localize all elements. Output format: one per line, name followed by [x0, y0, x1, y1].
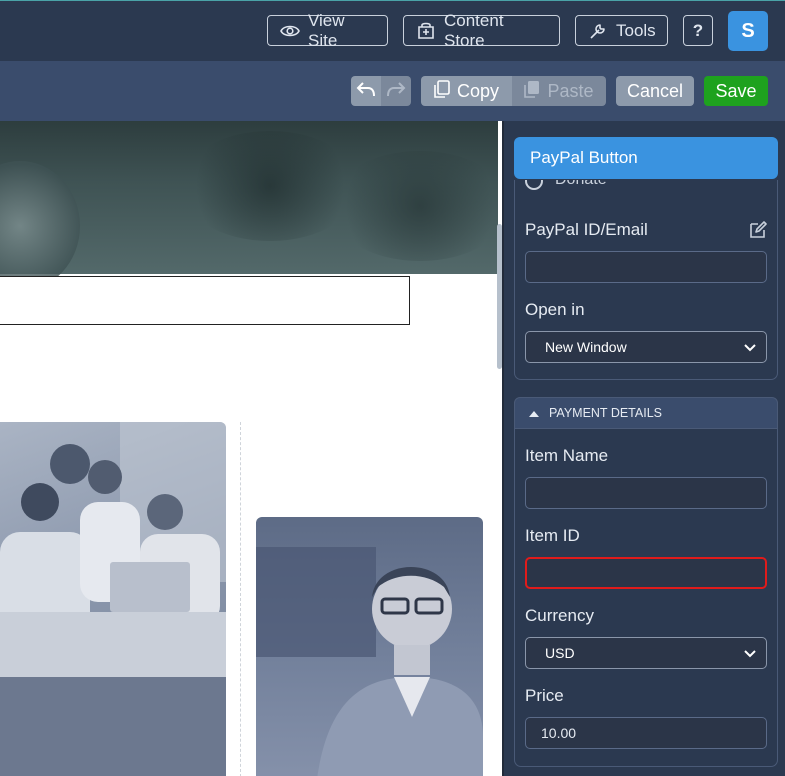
save-label: Save [715, 80, 757, 101]
avatar-letter: S [741, 19, 755, 42]
paypal-id-field[interactable] [525, 251, 767, 283]
content-store-label: Content Store [444, 10, 504, 50]
donate-radio[interactable] [524, 180, 544, 200]
currency-value: USD [545, 645, 575, 661]
payment-details-header[interactable]: PAYMENT DETAILS [514, 397, 778, 429]
item-id-label: Item ID [525, 526, 580, 545]
eye-icon [280, 24, 300, 38]
chevron-down-icon [744, 645, 756, 661]
help-label: ? [692, 20, 704, 40]
open-in-select[interactable]: New Window [525, 331, 767, 363]
copy-label: Copy [456, 80, 500, 101]
cancel-button[interactable]: Cancel [616, 76, 694, 106]
donate-label-clip: Donate [555, 180, 607, 194]
view-site-button[interactable]: View Site [267, 11, 388, 50]
wrench-icon [588, 21, 608, 41]
save-button[interactable]: Save [704, 76, 768, 106]
copy-button[interactable]: Copy [421, 76, 512, 106]
portrait-photo [256, 517, 483, 776]
paste-icon [524, 80, 540, 103]
panel-title: PayPal Button [514, 137, 778, 179]
column-divider [240, 422, 241, 776]
help-button[interactable]: ? [683, 15, 713, 46]
caret-up-icon [529, 406, 539, 420]
price-label: Price [525, 686, 564, 705]
paste-button[interactable]: Paste [512, 76, 606, 106]
undo-button[interactable] [351, 76, 381, 106]
payment-details-label: PAYMENT DETAILS [549, 406, 662, 420]
cancel-label: Cancel [626, 80, 684, 101]
hero-image [0, 121, 498, 291]
avatar[interactable]: S [728, 11, 768, 51]
price-field[interactable]: 10.00 [525, 717, 767, 749]
redo-icon [386, 80, 406, 103]
undo-icon [356, 80, 376, 103]
undo-redo-group [351, 76, 411, 106]
store-icon [416, 21, 436, 41]
edit-icon[interactable] [748, 220, 768, 245]
copy-icon [434, 79, 450, 103]
tools-button[interactable]: Tools [575, 15, 668, 46]
tools-label: Tools [616, 20, 656, 40]
currency-select[interactable]: USD [525, 637, 767, 669]
view-site-label: View Site [308, 10, 345, 50]
donate-label: Donate [555, 180, 607, 188]
page-canvas[interactable] [0, 121, 498, 776]
open-in-value: New Window [545, 339, 627, 355]
item-id-field[interactable] [525, 557, 767, 589]
currency-label: Currency [525, 606, 594, 625]
canvas-input-box[interactable] [0, 276, 410, 325]
item-name-label: Item Name [525, 446, 609, 465]
panel-title-label: PayPal Button [530, 148, 638, 167]
paypal-id-label: PayPal ID/Email [525, 220, 648, 239]
team-meeting-photo [0, 422, 226, 776]
content-store-button[interactable]: Content Store [403, 11, 560, 50]
item-name-field[interactable] [525, 477, 767, 509]
chevron-down-icon [744, 339, 756, 355]
redo-button[interactable] [381, 76, 411, 106]
paste-label: Paste [547, 80, 594, 101]
open-in-label: Open in [525, 300, 585, 319]
